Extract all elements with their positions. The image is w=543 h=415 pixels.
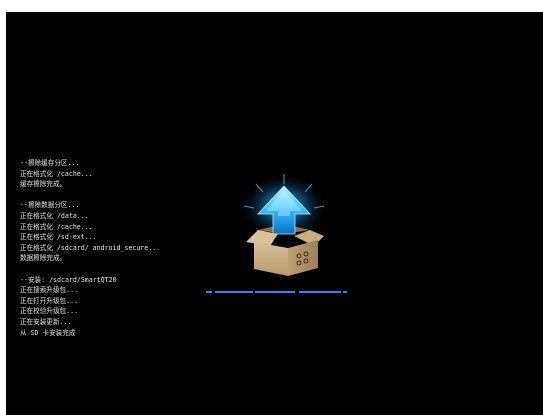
progress-segment (299, 291, 341, 293)
log-line: --安装: /sdcard/SmartQT20 (20, 275, 117, 284)
log-spacer (20, 264, 160, 275)
log-line: --擦除数据分区... (20, 201, 80, 210)
log-line: 正在格式化 /data... (20, 211, 89, 220)
log-line: 正在安装更新... (20, 317, 72, 326)
progress-segment (206, 291, 212, 293)
recovery-log: --擦除缓存分区... 正在格式化 /cache... 缓存擦除完成。 --擦除… (20, 158, 160, 338)
box-front (254, 242, 288, 276)
log-line: 正在格式化 /sdcard/ android_secure... (20, 243, 161, 252)
box-with-upload-arrow-icon (240, 174, 328, 276)
log-line: 正在格式化 /sd-ext... (20, 233, 97, 242)
log-line: 正在格式化 /cache... (20, 222, 93, 231)
log-spacer (20, 190, 160, 201)
install-progress-bar (206, 290, 351, 294)
progress-segment (343, 291, 347, 293)
log-line: 正在格式化 /cache... (20, 169, 93, 178)
progress-segment (215, 291, 253, 293)
log-line: 数据擦除完成。 (20, 254, 67, 263)
log-line: 正在校验升级包... (20, 307, 79, 316)
progress-segment (255, 291, 295, 293)
log-line: 正在打开升级包... (20, 296, 79, 305)
log-line: 从 SD 卡安装完成 (20, 328, 76, 337)
box-side (288, 240, 318, 276)
log-line: 正在搜索升级包... (20, 286, 79, 295)
log-line: --擦除缓存分区... (20, 159, 80, 167)
recovery-screen: --擦除缓存分区... 正在格式化 /cache... 缓存擦除完成。 --擦除… (6, 12, 543, 415)
log-line: 缓存擦除完成。 (20, 180, 67, 189)
